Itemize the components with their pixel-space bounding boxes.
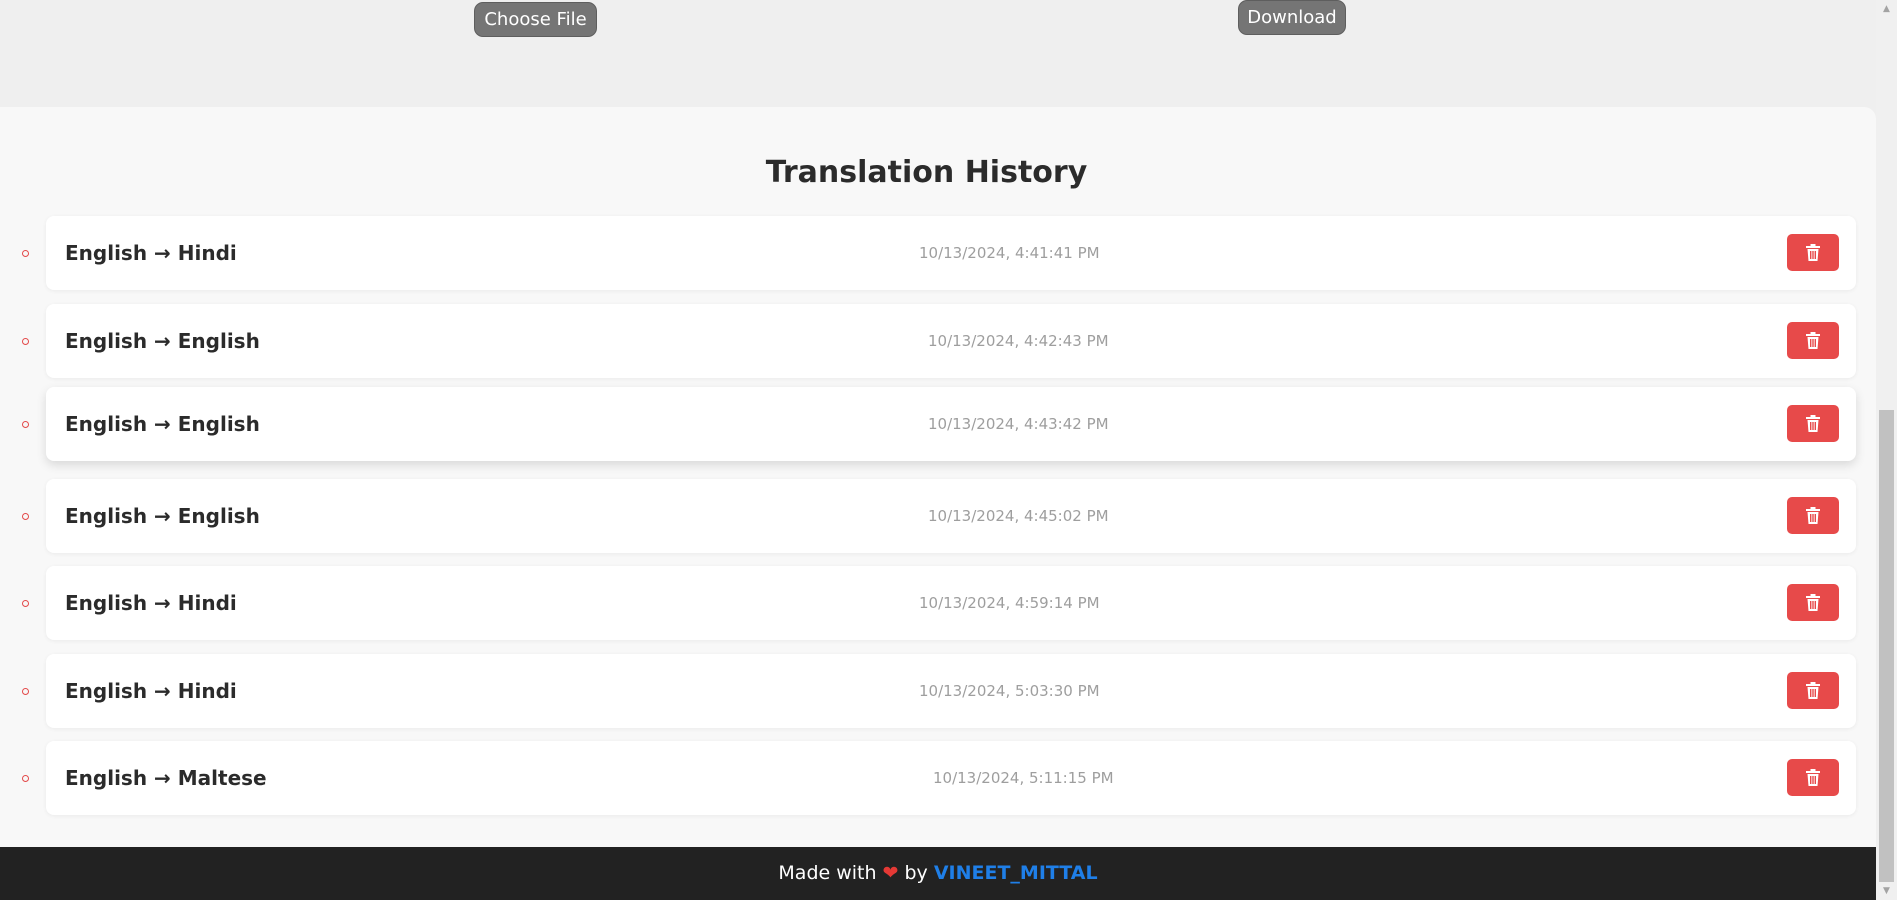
bullet-icon xyxy=(22,250,29,257)
made-with-text: Made with xyxy=(778,862,877,884)
history-item: English → Maltese 10/13/2024, 5:11:15 PM xyxy=(22,741,1856,815)
history-item: English → English 10/13/2024, 4:45:02 PM xyxy=(22,479,1856,553)
delete-button[interactable] xyxy=(1787,322,1839,359)
timestamp: 10/13/2024, 4:45:02 PM xyxy=(928,507,1109,525)
delete-button[interactable] xyxy=(1787,759,1839,796)
language-pair: English → Hindi xyxy=(65,241,237,265)
choose-file-button[interactable]: Choose File xyxy=(474,2,597,37)
download-button[interactable]: Download xyxy=(1238,0,1346,35)
history-item: English → English 10/13/2024, 4:43:42 PM xyxy=(22,387,1856,461)
history-item: English → Hindi 10/13/2024, 5:03:30 PM xyxy=(22,654,1856,728)
trash-icon xyxy=(1806,332,1820,349)
author-link[interactable]: VINEET_MITTAL xyxy=(934,862,1098,884)
delete-button[interactable] xyxy=(1787,497,1839,534)
history-item: English → Hindi 10/13/2024, 4:41:41 PM xyxy=(22,216,1856,290)
delete-button[interactable] xyxy=(1787,584,1839,621)
language-pair: English → English xyxy=(65,329,260,353)
language-pair: English → English xyxy=(65,504,260,528)
history-item: English → English 10/13/2024, 4:42:43 PM xyxy=(22,304,1856,378)
scroll-thumb[interactable] xyxy=(1879,410,1894,882)
timestamp: 10/13/2024, 5:03:30 PM xyxy=(919,682,1100,700)
language-pair: English → Hindi xyxy=(65,591,237,615)
trash-icon xyxy=(1806,769,1820,786)
by-text: by xyxy=(904,862,928,884)
scroll-down-arrow-icon[interactable]: ▼ xyxy=(1876,882,1897,900)
timestamp: 10/13/2024, 4:42:43 PM xyxy=(928,332,1109,350)
history-item: English → Hindi 10/13/2024, 4:59:14 PM xyxy=(22,566,1856,640)
bullet-icon xyxy=(22,421,29,428)
bullet-icon xyxy=(22,600,29,607)
timestamp: 10/13/2024, 4:41:41 PM xyxy=(919,244,1100,262)
delete-button[interactable] xyxy=(1787,672,1839,709)
trash-icon xyxy=(1806,507,1820,524)
timestamp: 10/13/2024, 5:11:15 PM xyxy=(933,769,1114,787)
delete-button[interactable] xyxy=(1787,234,1839,271)
translation-history-panel: Translation History English → Hindi 10/1… xyxy=(0,107,1876,847)
scroll-up-arrow-icon[interactable]: ▲ xyxy=(1876,0,1897,18)
language-pair: English → Maltese xyxy=(65,766,267,790)
delete-button[interactable] xyxy=(1787,405,1839,442)
timestamp: 10/13/2024, 4:59:14 PM xyxy=(919,594,1100,612)
heart-icon: ❤ xyxy=(882,862,899,884)
timestamp: 10/13/2024, 4:43:42 PM xyxy=(928,415,1109,433)
bullet-icon xyxy=(22,338,29,345)
bullet-icon xyxy=(22,775,29,782)
footer: Made with ❤ by VINEET_MITTAL xyxy=(0,847,1876,900)
history-title: Translation History xyxy=(765,155,1088,190)
trash-icon xyxy=(1806,682,1820,699)
trash-icon xyxy=(1806,594,1820,611)
trash-icon xyxy=(1806,244,1820,261)
language-pair: English → English xyxy=(65,412,260,436)
vertical-scrollbar[interactable]: ▲ ▼ xyxy=(1876,0,1897,900)
trash-icon xyxy=(1806,415,1820,432)
bullet-icon xyxy=(22,513,29,520)
language-pair: English → Hindi xyxy=(65,679,237,703)
bullet-icon xyxy=(22,688,29,695)
